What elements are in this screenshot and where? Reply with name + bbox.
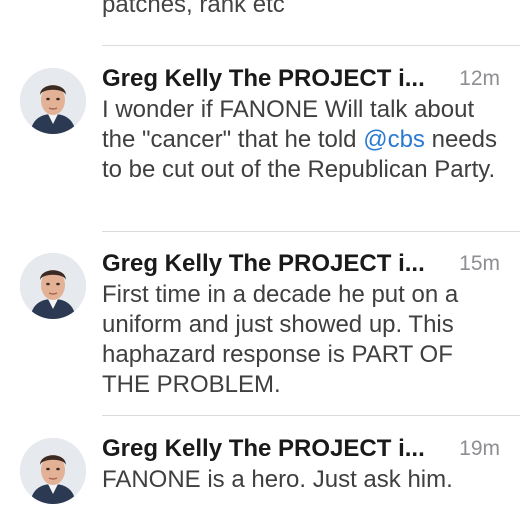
author-name[interactable]: Greg Kelly The PROJECT i... bbox=[102, 64, 425, 94]
separator bbox=[102, 45, 520, 46]
avatar[interactable] bbox=[20, 253, 86, 319]
timestamp: 12m bbox=[459, 67, 500, 90]
tweet-header: Greg Kelly The PROJECT i... 15m bbox=[102, 249, 500, 279]
author-name[interactable]: Greg Kelly The PROJECT i... bbox=[102, 249, 425, 279]
avatar[interactable] bbox=[20, 68, 86, 134]
timestamp: 19m bbox=[459, 437, 500, 460]
tweet-header: Greg Kelly The PROJECT i... 19m bbox=[102, 434, 500, 464]
author-name[interactable]: Greg Kelly The PROJECT i... bbox=[102, 434, 425, 464]
mention-link[interactable]: @cbs bbox=[363, 126, 425, 153]
separator bbox=[102, 231, 520, 232]
previous-tweet-text: patches, rank etc bbox=[102, 0, 285, 18]
tweet-text: FANONE is a hero. Just ask him. bbox=[102, 466, 453, 493]
tweet-item[interactable]: Greg Kelly The PROJECT i... 19m FANONE i… bbox=[0, 434, 520, 520]
tweet-text: First time in a decade he put on a unifo… bbox=[102, 281, 459, 398]
tweet-header: Greg Kelly The PROJECT i... 12m bbox=[102, 64, 500, 94]
timestamp: 15m bbox=[459, 252, 500, 275]
tweet-text: I wonder if FANONE Will talk about the "… bbox=[102, 95, 502, 185]
separator bbox=[102, 415, 520, 416]
tweet-item[interactable]: Greg Kelly The PROJECT i... 15m First ti… bbox=[0, 249, 520, 414]
avatar[interactable] bbox=[20, 438, 86, 504]
tweet-item[interactable]: Greg Kelly The PROJECT i... 12m I wonder… bbox=[0, 64, 520, 234]
